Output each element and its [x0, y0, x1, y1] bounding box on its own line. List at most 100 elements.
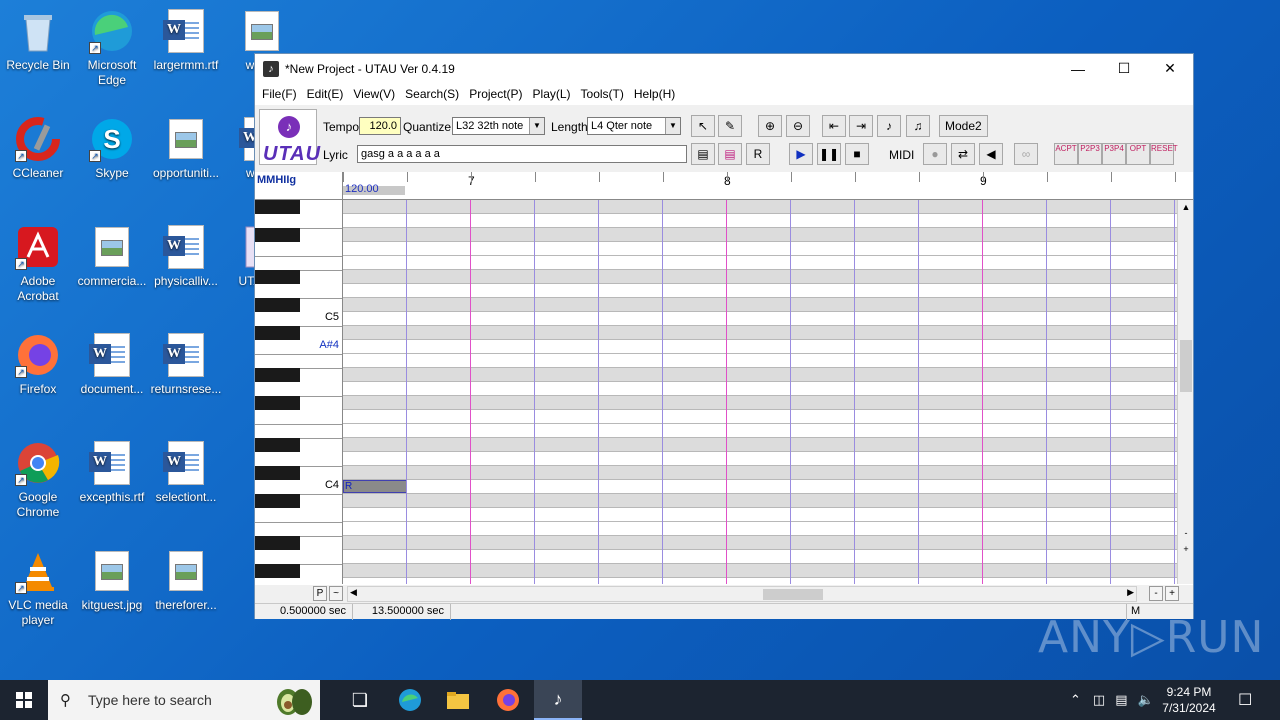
volume-icon[interactable]: 🔈 — [1138, 692, 1154, 708]
desktop-icon[interactable]: opportuniti... — [148, 116, 224, 181]
network-icon[interactable]: ▤ — [1115, 692, 1127, 708]
desktop-icon[interactable]: kitguest.jpg — [74, 548, 150, 613]
reset-button[interactable]: RESET — [1150, 143, 1178, 165]
link-icon[interactable]: ∞ — [1014, 143, 1038, 165]
p-button[interactable]: P — [313, 586, 327, 601]
select-cursor-icon[interactable]: ↖ — [691, 115, 715, 137]
menu-project[interactable]: Project(P) — [464, 87, 527, 101]
desktop-icon[interactable]: Wphysicalliv... — [148, 224, 224, 289]
note[interactable]: R — [343, 480, 407, 493]
black-key[interactable] — [255, 298, 300, 312]
black-key[interactable] — [255, 326, 300, 340]
desktop-icon[interactable]: Wexcepthis.rtf — [74, 440, 150, 505]
p3p4-button[interactable]: P3P4 — [1102, 143, 1126, 165]
minimize-button[interactable]: — — [1055, 54, 1101, 83]
start-button[interactable] — [0, 680, 48, 720]
network-device-icon[interactable]: ◫ — [1093, 692, 1105, 708]
note-shift-right-icon[interactable]: ♫ — [906, 115, 930, 137]
h-scroll-thumb[interactable] — [763, 589, 823, 600]
desktop-icon[interactable]: Wreturnsrese... — [148, 332, 224, 397]
file-explorer-icon[interactable] — [434, 680, 482, 720]
black-key[interactable] — [255, 270, 300, 284]
taskbar-clock[interactable]: 9:24 PM 7/31/2024 — [1154, 684, 1224, 716]
piano-keys[interactable]: C5 A#4 C4 — [255, 200, 343, 584]
black-key[interactable] — [255, 466, 300, 480]
quantize-select[interactable]: L32 32th note ▼ — [452, 117, 545, 135]
black-key[interactable] — [255, 494, 300, 508]
menu-edit[interactable]: Edit(E) — [302, 87, 349, 101]
task-view-icon[interactable]: ❏ — [336, 680, 384, 720]
zoom-out-vertical-icon[interactable]: - — [1178, 526, 1194, 540]
measure-ruler[interactable]: 7 8 9 120.00 — [343, 172, 1193, 200]
zoom-in-vertical-icon[interactable]: + — [1178, 542, 1194, 556]
menu-help[interactable]: Help(H) — [629, 87, 680, 101]
black-key[interactable] — [255, 438, 300, 452]
vertical-scrollbar[interactable]: ▲ - + — [1177, 200, 1193, 584]
desktop-icon[interactable]: ↗ CCleaner — [0, 116, 76, 181]
zoom-out-icon[interactable]: ⊖ — [786, 115, 810, 137]
utau-taskbar-icon[interactable]: ♪ — [534, 680, 582, 720]
mode2-button[interactable]: Mode2 — [939, 115, 988, 137]
speaker-icon[interactable]: ◀ — [979, 143, 1003, 165]
desktop-icon[interactable]: Wselectiont... — [148, 440, 224, 505]
menu-file[interactable]: File(F) — [257, 87, 302, 101]
lyric-edit-icon[interactable]: ▤ — [718, 143, 742, 165]
edge-taskbar-icon[interactable] — [386, 680, 434, 720]
rest-icon[interactable]: R — [746, 143, 770, 165]
desktop-icon[interactable]: Wlargermm.rtf — [148, 8, 224, 73]
lyric-input[interactable]: gasg a a a a a a — [357, 145, 687, 163]
play-icon[interactable]: ▶ — [789, 143, 813, 165]
scroll-up-icon[interactable]: ▲ — [1178, 200, 1194, 214]
desktop-icon[interactable]: ↗ Google Chrome — [0, 440, 76, 520]
length-select[interactable]: L4 Qter note ▼ — [587, 117, 681, 135]
chevron-down-icon[interactable]: ▼ — [665, 118, 680, 134]
black-key[interactable] — [255, 564, 300, 578]
menu-play[interactable]: Play(L) — [528, 87, 576, 101]
acpt-button[interactable]: ACPT — [1054, 143, 1078, 165]
menu-view[interactable]: View(V) — [348, 87, 400, 101]
menu-tools[interactable]: Tools(T) — [576, 87, 629, 101]
desktop-icon[interactable]: ↗ Adobe Acrobat — [0, 224, 76, 304]
black-key[interactable] — [255, 536, 300, 550]
black-key[interactable] — [255, 228, 300, 242]
pencil-icon[interactable]: ✎ — [718, 115, 742, 137]
black-key[interactable] — [255, 396, 300, 410]
p2p3-button[interactable]: P2P3 — [1078, 143, 1102, 165]
desktop-icon[interactable]: thereforer... — [148, 548, 224, 613]
firefox-taskbar-icon[interactable] — [484, 680, 532, 720]
stop-icon[interactable]: ■ — [845, 143, 869, 165]
record-icon[interactable]: ● — [923, 143, 947, 165]
menu-search[interactable]: Search(S) — [400, 87, 464, 101]
opt-button[interactable]: OPT — [1126, 143, 1150, 165]
desktop-icon[interactable]: ↗ Microsoft Edge — [74, 8, 150, 88]
insert-note-icon[interactable]: ▤ — [691, 143, 715, 165]
tray-chevron-up-icon[interactable]: ⌃ — [1070, 692, 1081, 708]
desktop-icon[interactable]: ↗ Firefox — [0, 332, 76, 397]
scroll-left-icon[interactable]: ◀ — [350, 587, 357, 598]
taskbar-search[interactable]: ⚲ Type here to search — [48, 680, 320, 720]
notification-icon[interactable]: ☐ — [1238, 680, 1252, 720]
pause-icon[interactable]: ❚❚ — [817, 143, 841, 165]
scroll-right-icon[interactable]: ▶ — [1127, 587, 1134, 598]
maximize-button[interactable]: ☐ — [1101, 54, 1147, 83]
desktop-icon[interactable]: S ↗ Skype — [74, 116, 150, 181]
desktop-icon[interactable]: Wdocument... — [74, 332, 150, 397]
go-end-icon[interactable]: ⇥ — [849, 115, 873, 137]
desktop-icon[interactable]: Recycle Bin — [0, 8, 76, 73]
go-start-icon[interactable]: ⇤ — [822, 115, 846, 137]
note-shift-left-icon[interactable]: ♪ — [877, 115, 901, 137]
loop-icon[interactable]: ⇄ — [951, 143, 975, 165]
zoom-in-icon[interactable]: ⊕ — [758, 115, 782, 137]
black-key[interactable] — [255, 368, 300, 382]
desktop-icon[interactable]: commercia... — [74, 224, 150, 289]
tempo-input[interactable]: 120.0 — [359, 117, 401, 135]
close-button[interactable]: ✕ — [1147, 54, 1193, 83]
horizontal-scrollbar[interactable]: ◀ ▶ — [347, 586, 1137, 602]
black-key[interactable] — [255, 200, 300, 214]
zoom-in-horizontal-icon[interactable]: + — [1165, 586, 1179, 601]
zoom-out-horizontal-icon[interactable]: - — [1149, 586, 1163, 601]
scroll-thumb[interactable] — [1180, 340, 1192, 392]
title-bar[interactable]: ♪ *New Project - UTAU Ver 0.4.19 — ☐ ✕ — [255, 54, 1193, 83]
desktop-icon[interactable]: ↗ VLC media player — [0, 548, 76, 628]
note-grid[interactable]: R — [343, 200, 1177, 584]
